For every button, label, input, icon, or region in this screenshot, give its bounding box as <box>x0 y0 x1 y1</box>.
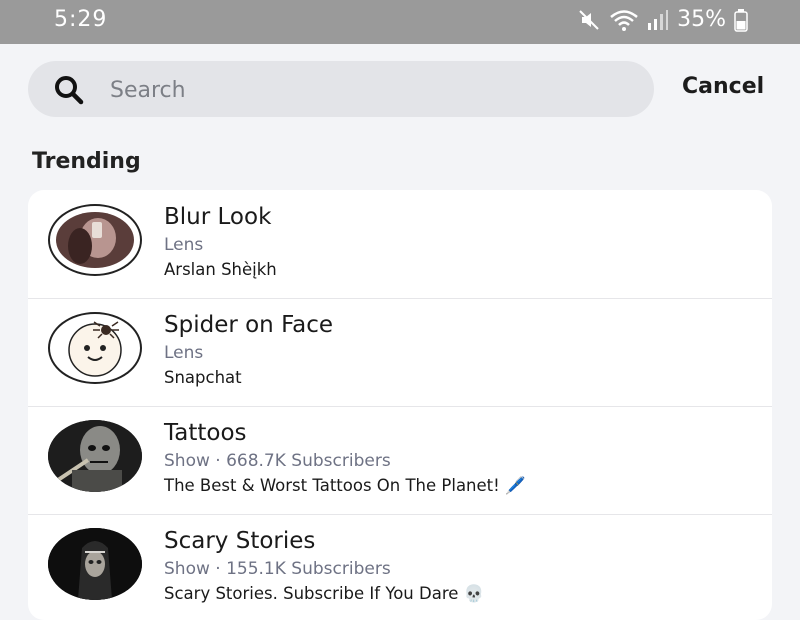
cancel-button[interactable]: Cancel <box>682 74 764 99</box>
item-type: Lens <box>164 343 204 363</box>
item-description: Arslan Shèįkh <box>164 260 277 279</box>
mute-icon <box>577 8 601 32</box>
item-type: Lens <box>164 235 204 255</box>
signal-icon <box>647 9 669 31</box>
battery-icon <box>734 8 748 32</box>
search-input[interactable] <box>108 71 632 109</box>
item-title: Scary Stories <box>164 528 316 554</box>
item-type: Show · 155.1K Subscribers <box>164 559 391 579</box>
item-type: Show · 668.7K Subscribers <box>164 451 391 471</box>
search-icon <box>54 75 84 109</box>
item-description: The Best & Worst Tattoos On The Planet! … <box>164 476 526 495</box>
trending-item[interactable]: Spider on Face Lens Snapchat <box>28 298 772 407</box>
show-avatar <box>48 528 142 600</box>
lens-avatar <box>48 204 142 276</box>
search-bar[interactable] <box>28 61 654 117</box>
battery-percent: 35% <box>677 7 726 32</box>
status-time: 5:29 <box>54 7 108 32</box>
item-title: Blur Look <box>164 204 272 230</box>
status-icons: 35% <box>577 7 748 32</box>
item-description: Scary Stories. Subscribe If You Dare 💀 <box>164 584 485 603</box>
show-avatar <box>48 420 142 492</box>
item-description: Snapchat <box>164 368 242 387</box>
status-bar: 5:29 35% <box>0 0 800 44</box>
trending-list: Blur Look Lens Arslan Shèįkh Spider on F… <box>28 190 772 620</box>
trending-item[interactable]: Blur Look Lens Arslan Shèįkh <box>28 190 772 299</box>
item-title: Spider on Face <box>164 312 334 338</box>
wifi-icon <box>609 8 639 32</box>
lens-avatar <box>48 312 142 384</box>
trending-item[interactable]: Scary Stories Show · 155.1K Subscribers … <box>28 514 772 620</box>
trending-item[interactable]: Tattoos Show · 668.7K Subscribers The Be… <box>28 406 772 515</box>
item-title: Tattoos <box>164 420 247 446</box>
section-title-trending: Trending <box>32 149 141 174</box>
